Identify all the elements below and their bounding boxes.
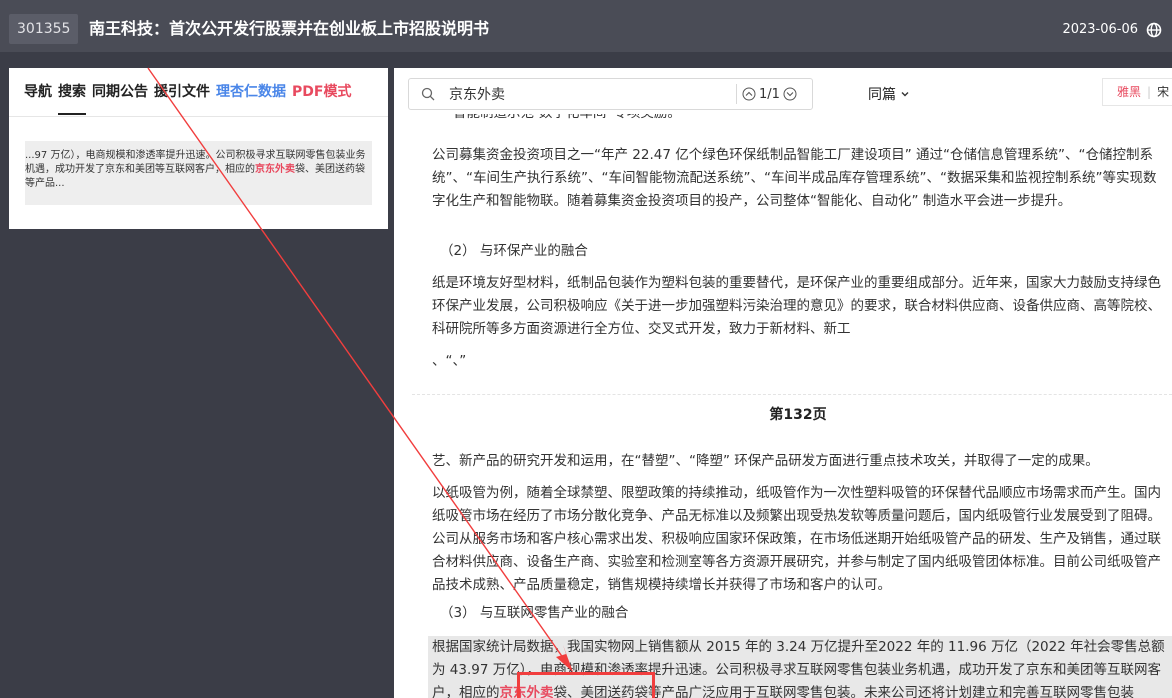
search-icon xyxy=(421,87,435,101)
search-scope-select[interactable]: 同篇 xyxy=(868,84,910,104)
font-option-song[interactable]: 宋 xyxy=(1157,85,1169,99)
paragraph-fragment: 、“、” xyxy=(432,353,467,369)
divider xyxy=(9,116,388,117)
paragraph: 公司募集资金投资项目之一“年产 22.47 亿个绿色环保纸制品智能工厂建设项目”… xyxy=(432,147,1157,209)
globe-icon[interactable] xyxy=(1146,22,1162,38)
divider xyxy=(736,84,737,104)
search-result-item[interactable]: ...97 万亿），电商规模和渗透率提升迅速。公司积极寻求互联网零售包装业务机遇… xyxy=(25,141,372,205)
font-switch: 雅黑 | 宋 xyxy=(1102,78,1172,106)
scope-label: 同篇 xyxy=(868,87,896,103)
paragraph: 艺、新产品的研究开发和运用，在“替塑”、“降塑” 环保产品研发方面进行重点技术攻… xyxy=(432,453,1099,469)
stock-code-badge: 301355 xyxy=(9,14,79,44)
section-heading: （2） 与环保产业的融合 xyxy=(440,243,588,259)
document-viewer: 1/1 同篇 雅黑|宋 “智能制造示范-数字化车间”专项奖励。 公司募集资金投资… xyxy=(394,68,1172,698)
search-box: 1/1 xyxy=(408,78,813,110)
page-number-label: 第132页 xyxy=(769,407,827,423)
left-tab-bar: 导航 搜索 同期公告 援引文件 理杏仁数据 PDF模式 xyxy=(24,82,351,115)
match-counter: 1/1 xyxy=(742,84,797,104)
viewer-toolbar: 1/1 同篇 雅黑|宋 xyxy=(394,68,1172,114)
document-title: 南王科技：首次公开发行股票并在创业板上市招股说明书 xyxy=(89,19,490,38)
annotation-box xyxy=(517,672,655,698)
tab-cited-documents[interactable]: 援引文件 xyxy=(154,82,210,102)
tab-lixinger-data[interactable]: 理杏仁数据 xyxy=(216,82,286,102)
header-bar: 301355 南王科技：首次公开发行股票并在创业板上市招股说明书 2023-06… xyxy=(0,0,1172,58)
chevron-down-icon xyxy=(901,92,909,97)
result-highlight: 京东外卖 xyxy=(255,164,295,175)
tab-concurrent-announcements[interactable]: 同期公告 xyxy=(92,82,148,102)
tab-pdf-mode[interactable]: PDF模式 xyxy=(292,82,351,102)
tab-navigation[interactable]: 导航 xyxy=(24,82,52,102)
page-separator xyxy=(412,394,1172,395)
match-count-text: 1/1 xyxy=(759,86,780,102)
publish-date: 2023-06-06 xyxy=(1062,22,1138,37)
tab-search[interactable]: 搜索 xyxy=(58,82,86,115)
paragraph: 以纸吸管为例，随着全球禁塑、限塑政策的持续推动，纸吸管作为一次性塑料吸管的环保替… xyxy=(432,485,1161,593)
paragraph: 纸是环境友好型材料，纸制品包装作为塑料包装的重要替代，是环保产业的重要组成部分。… xyxy=(432,275,1161,337)
next-match-icon[interactable] xyxy=(783,87,797,101)
font-option-yahei[interactable]: 雅黑 xyxy=(1117,85,1141,99)
left-panel: 导航 搜索 同期公告 援引文件 理杏仁数据 PDF模式 ...97 万亿），电商… xyxy=(9,68,388,229)
previous-match-icon[interactable] xyxy=(742,87,756,101)
section-heading: （3） 与互联网零售产业的融合 xyxy=(440,605,629,621)
search-input[interactable] xyxy=(449,80,729,108)
